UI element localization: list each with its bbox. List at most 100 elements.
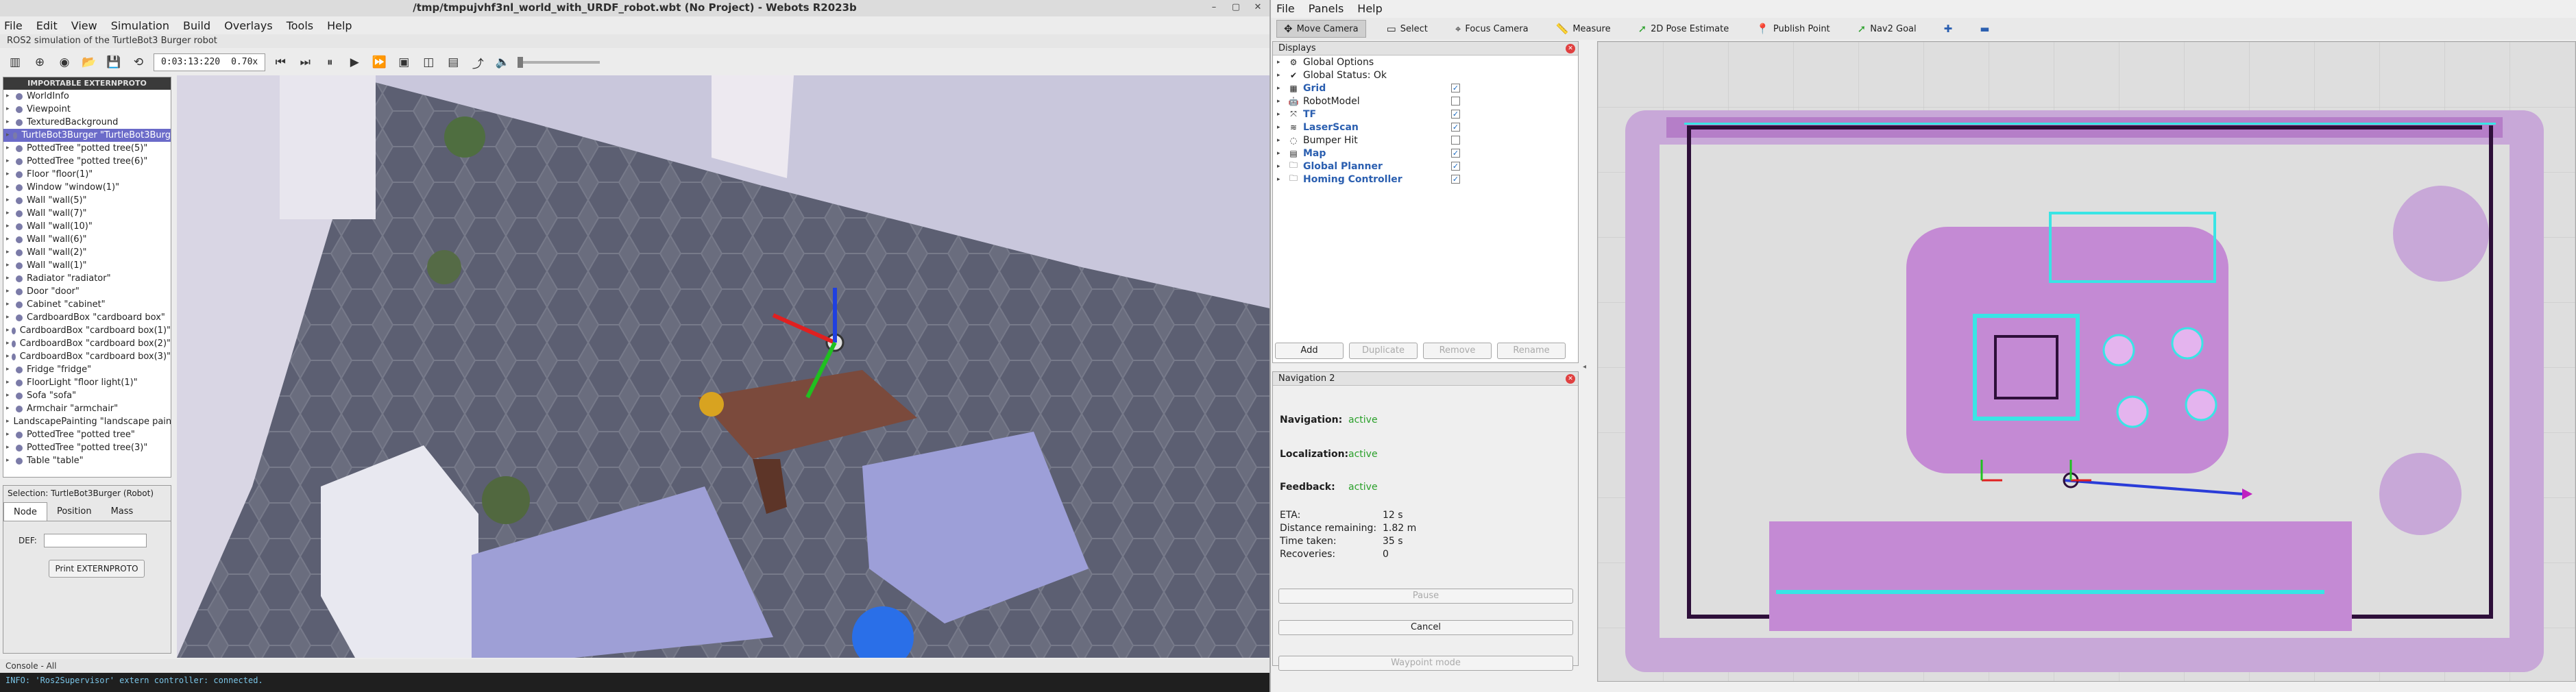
expand-arrow-icon[interactable]: ▸	[6, 350, 12, 363]
close-displays-icon[interactable]: ✕	[1566, 44, 1575, 53]
open-world-icon[interactable]: 📂	[80, 53, 99, 72]
expand-arrow-icon[interactable]: ▸	[1277, 72, 1287, 79]
expand-arrow-icon[interactable]: ▸	[6, 402, 16, 415]
scene-tree-item[interactable]: ▸ Wall "wall(7)"	[3, 207, 171, 220]
scene-tree-item[interactable]: ▸ TexturedBackground	[3, 116, 171, 129]
expand-arrow-icon[interactable]: ▸	[1277, 137, 1287, 144]
display-enable-checkbox[interactable]: ✓	[1451, 175, 1460, 184]
expand-arrow-icon[interactable]: ▸	[6, 220, 16, 233]
volume-slider-handle[interactable]	[518, 57, 524, 68]
toggle-scene-tree-icon[interactable]: ▥	[5, 53, 25, 72]
expand-arrow-icon[interactable]: ▸	[6, 207, 16, 220]
menu-overlays[interactable]: Overlays	[224, 19, 273, 32]
scene-tree-item[interactable]: ▸ CardboardBox "cardboard box(1)"	[3, 324, 171, 337]
reload-world-icon[interactable]: ⟲	[129, 53, 148, 72]
tool-measure[interactable]: 📏 Measure	[1549, 20, 1618, 38]
display-item[interactable]: ▸ 🗀 Global Planner ✓	[1273, 160, 1578, 173]
tool-publish-point[interactable]: 📍 Publish Point	[1749, 20, 1836, 38]
3d-viewport[interactable]	[177, 75, 1269, 658]
rviz-menu-panels[interactable]: Panels	[1309, 2, 1344, 15]
view-icon[interactable]: ◉	[55, 53, 74, 72]
expand-arrow-icon[interactable]: ▸	[6, 376, 16, 389]
expand-arrow-icon[interactable]: ▸	[6, 285, 16, 298]
scene-tree-item[interactable]: ▸ Window "window(1)"	[3, 181, 171, 194]
scene-tree-item[interactable]: ▸ FloorLight "floor light(1)"	[3, 376, 171, 389]
expand-arrow-icon[interactable]: ▸	[6, 129, 13, 142]
display-enable-checkbox[interactable]	[1451, 136, 1460, 145]
scene-tree-item[interactable]: ▸ CardboardBox "cardboard box"	[3, 311, 171, 324]
menu-simulation[interactable]: Simulation	[111, 19, 169, 32]
scene-tree-item[interactable]: ▸ Sofa "sofa"	[3, 389, 171, 402]
scene-tree-item[interactable]: ▸ Fridge "fridge"	[3, 363, 171, 376]
expand-arrow-icon[interactable]: ▸	[6, 324, 12, 337]
add-tool-button[interactable]: ✚	[1937, 20, 1960, 38]
expand-arrow-icon[interactable]: ▸	[6, 181, 16, 194]
panel-splitter-handle[interactable]: ◂	[1583, 363, 1591, 371]
add-display-button[interactable]: Add	[1275, 343, 1344, 359]
display-enable-checkbox[interactable]: ✓	[1451, 149, 1460, 158]
screenshot-icon[interactable]: ◫	[419, 53, 438, 72]
scene-tree-item[interactable]: ▸ Door "door"	[3, 285, 171, 298]
run-icon[interactable]: ▶	[345, 53, 364, 72]
print-externproto-button[interactable]: Print EXTERNPROTO	[49, 560, 145, 578]
record-movie-icon[interactable]: ▣	[394, 53, 413, 72]
expand-arrow-icon[interactable]: ▸	[1277, 163, 1287, 170]
expand-arrow-icon[interactable]: ▸	[6, 441, 16, 454]
expand-arrow-icon[interactable]: ▸	[6, 246, 16, 259]
share-icon[interactable]: ⤴	[468, 53, 487, 72]
scene-tree-item[interactable]: ▸ CardboardBox "cardboard box(2)"	[3, 337, 171, 350]
expand-arrow-icon[interactable]: ▸	[6, 298, 16, 311]
rviz-3d-view[interactable]	[1597, 41, 2576, 682]
display-item[interactable]: ▸ ⚙ Global Options	[1273, 55, 1578, 69]
fast-forward-icon[interactable]: ⏩	[369, 53, 389, 72]
scene-tree-item[interactable]: ▸ LandscapePainting "landscape pain	[3, 415, 171, 428]
expand-arrow-icon[interactable]: ▸	[1277, 150, 1287, 157]
expand-arrow-icon[interactable]: ▸	[6, 155, 16, 168]
scene-tree-item[interactable]: ▸ PottedTree "potted tree(3)"	[3, 441, 171, 454]
expand-arrow-icon[interactable]: ▸	[1277, 98, 1287, 105]
tool-2d-pose-estimate[interactable]: ➚ 2D Pose Estimate	[1631, 20, 1736, 38]
scene-tree-item[interactable]: ▸ PottedTree "potted tree(6)"	[3, 155, 171, 168]
menu-file[interactable]: File	[4, 19, 23, 32]
tool-focus-camera[interactable]: ⌖ Focus Camera	[1448, 20, 1535, 38]
expand-arrow-icon[interactable]: ▸	[6, 389, 16, 402]
step-icon[interactable]: ⏭	[295, 53, 315, 72]
expand-arrow-icon[interactable]: ▸	[6, 142, 16, 155]
menu-edit[interactable]: Edit	[36, 19, 58, 32]
display-item[interactable]: ▸ ▤ Map ✓	[1273, 147, 1578, 160]
menu-tools[interactable]: Tools	[287, 19, 313, 32]
tab-node[interactable]: Node	[3, 502, 47, 521]
display-item[interactable]: ▸ ▦ Grid ✓	[1273, 82, 1578, 95]
minimize-icon[interactable]: –	[1208, 1, 1220, 14]
scene-tree-item[interactable]: ▸ Viewpoint	[3, 103, 171, 116]
scene-tree-item[interactable]: ▸ CardboardBox "cardboard box(3)"	[3, 350, 171, 363]
expand-arrow-icon[interactable]: ▸	[6, 415, 10, 428]
expand-arrow-icon[interactable]: ▸	[1277, 85, 1287, 92]
expand-arrow-icon[interactable]: ▸	[1277, 176, 1287, 183]
save-world-icon[interactable]: 💾	[104, 53, 123, 72]
expand-arrow-icon[interactable]: ▸	[6, 103, 16, 116]
expand-arrow-icon[interactable]: ▸	[6, 259, 16, 272]
add-node-icon[interactable]: ⊕	[30, 53, 49, 72]
expand-arrow-icon[interactable]: ▸	[6, 194, 16, 207]
remove-tool-button[interactable]: ▬	[1973, 20, 1996, 38]
menu-view[interactable]: View	[71, 19, 97, 32]
volume-slider[interactable]	[518, 57, 600, 68]
cancel-button[interactable]: Cancel	[1278, 620, 1573, 635]
scene-tree-item[interactable]: ▸ WorldInfo	[3, 90, 171, 103]
expand-arrow-icon[interactable]: ▸	[6, 337, 12, 350]
scene-tree-item[interactable]: ▸ Wall "wall(2)"	[3, 246, 171, 259]
pause-icon[interactable]: ⏸	[320, 53, 339, 72]
menu-build[interactable]: Build	[183, 19, 210, 32]
display-enable-checkbox[interactable]: ✓	[1451, 110, 1460, 119]
display-enable-checkbox[interactable]: ✓	[1451, 123, 1460, 132]
display-enable-checkbox[interactable]: ✓	[1451, 162, 1460, 171]
def-input[interactable]	[43, 534, 147, 547]
expand-arrow-icon[interactable]: ▸	[1277, 111, 1287, 118]
close-icon[interactable]: ✕	[1252, 1, 1264, 14]
reset-icon[interactable]: ⏮	[271, 53, 290, 72]
scene-tree-item[interactable]: ▸ Floor "floor(1)"	[3, 168, 171, 181]
scene-tree-item[interactable]: ▸ Table "table"	[3, 454, 171, 467]
display-item[interactable]: ▸ ≋ LaserScan ✓	[1273, 121, 1578, 134]
scene-tree-item[interactable]: ▸ Wall "wall(1)"	[3, 259, 171, 272]
